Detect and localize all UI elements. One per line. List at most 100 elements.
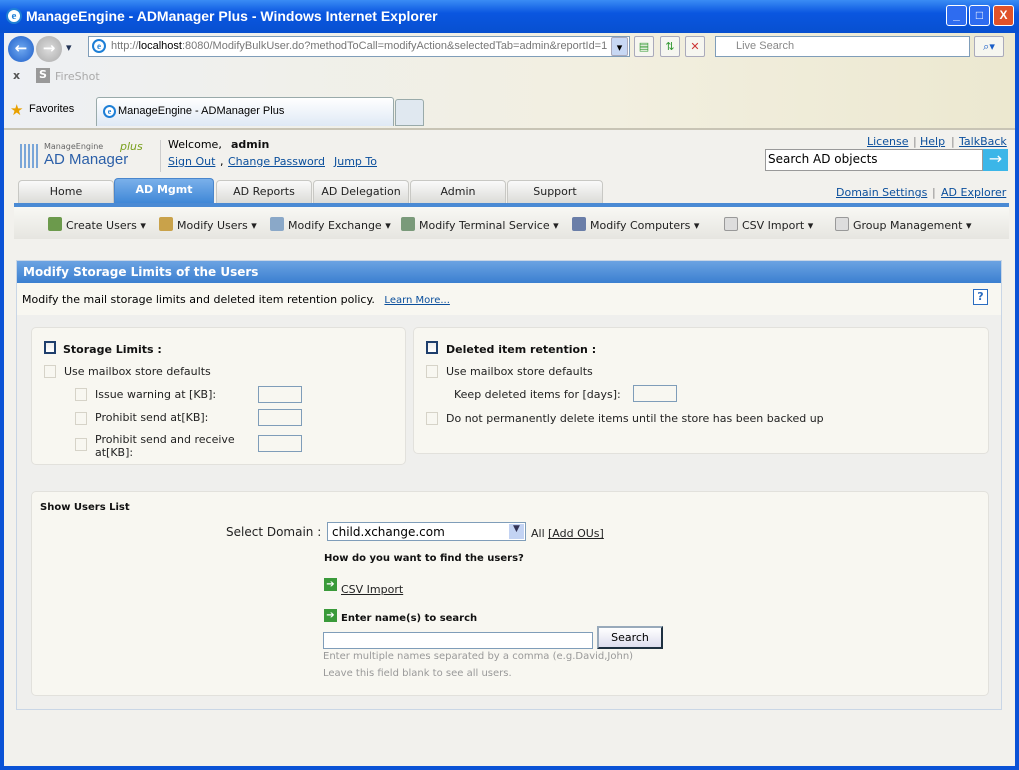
help-link[interactable]: Help bbox=[920, 135, 945, 148]
separator: | bbox=[951, 135, 955, 148]
issue-warning-input[interactable] bbox=[258, 386, 302, 403]
history-dropdown-icon[interactable]: ▾ bbox=[66, 41, 72, 54]
no-delete-until-backup-checkbox[interactable] bbox=[426, 412, 438, 425]
hint-blank-field: Leave this field blank to see all users. bbox=[323, 668, 512, 679]
group-management-icon bbox=[835, 217, 849, 231]
sign-out-link[interactable]: Sign Out bbox=[168, 155, 215, 168]
names-search-input[interactable] bbox=[323, 632, 593, 649]
menu-label: Create Users bbox=[66, 219, 137, 232]
menu-modify-exchange[interactable]: Modify Exchange ▾ bbox=[270, 217, 391, 232]
keep-days-input[interactable] bbox=[633, 385, 677, 402]
domain-select[interactable]: child.xchange.com ▼ bbox=[327, 522, 526, 541]
tab-admin[interactable]: Admin bbox=[410, 180, 506, 204]
address-dropdown-icon[interactable]: ▾ bbox=[611, 37, 628, 56]
modify-storage-panel: Modify Storage Limits of the Users Modif… bbox=[16, 260, 1002, 710]
show-users-title: Show Users List bbox=[40, 502, 130, 513]
tab-support[interactable]: Support bbox=[507, 180, 603, 204]
logo-main: AD Manager bbox=[44, 151, 129, 168]
domain-settings-link[interactable]: Domain Settings bbox=[836, 186, 927, 199]
storage-use-defaults-checkbox[interactable] bbox=[44, 365, 56, 378]
browser-chrome: ← → ▾ http://localhost:8080/ModifyBulkUs… bbox=[4, 33, 1015, 128]
window-titlebar: e ManageEngine - ADManager Plus - Window… bbox=[0, 0, 1019, 33]
compat-view-icon[interactable]: ▤ bbox=[634, 36, 654, 57]
browser-tab[interactable]: e ManageEngine - ADManager Plus bbox=[96, 97, 394, 126]
address-bar[interactable]: http://localhost:8080/ModifyBulkUser.do?… bbox=[88, 36, 630, 57]
menu-modify-terminal-service[interactable]: Modify Terminal Service ▾ bbox=[401, 217, 559, 232]
search-ad-objects-input[interactable]: Search AD objects bbox=[765, 149, 983, 171]
prohibit-send-receive-checkbox[interactable] bbox=[75, 438, 87, 451]
tab-ad-reports[interactable]: AD Reports bbox=[216, 180, 312, 204]
domain-value: child.xchange.com bbox=[332, 525, 445, 539]
prohibit-send-label: Prohibit send at[KB]: bbox=[95, 411, 209, 424]
refresh-icon[interactable]: ⇅ bbox=[660, 36, 680, 57]
storage-limits-checkbox[interactable] bbox=[44, 341, 56, 354]
maximize-button[interactable]: □ bbox=[969, 5, 990, 26]
welcome-text: Welcome, bbox=[168, 138, 222, 151]
admanager-logo: ManageEngine AD Manager plus bbox=[20, 140, 152, 172]
select-domain-label: Select Domain : bbox=[226, 525, 322, 539]
search-go-icon[interactable]: ⌕▾ bbox=[974, 36, 1004, 57]
close-toolbar-icon[interactable]: x bbox=[13, 69, 20, 82]
deleted-item-retention-box: Deleted item retention : Use mailbox sto… bbox=[413, 327, 989, 454]
fireshot-button[interactable]: FireShot bbox=[55, 70, 100, 83]
tab-ad-delegation[interactable]: AD Delegation bbox=[313, 180, 409, 204]
menu-group-management[interactable]: Group Management ▾ bbox=[835, 217, 971, 232]
search-go-button[interactable]: → bbox=[983, 149, 1008, 171]
search-button[interactable]: Search bbox=[597, 626, 663, 649]
menu-create-users[interactable]: Create Users ▾ bbox=[48, 217, 146, 232]
keep-days-label: Keep deleted items for [days]: bbox=[454, 388, 621, 401]
issue-warning-checkbox[interactable] bbox=[75, 388, 87, 401]
prohibit-send-receive-label: Prohibit send and receive bbox=[95, 433, 235, 446]
menu-modify-users[interactable]: Modify Users ▾ bbox=[159, 217, 257, 232]
logo-top: ManageEngine bbox=[44, 142, 104, 151]
arrow-right-icon: ➔ bbox=[324, 578, 337, 591]
modify-users-icon bbox=[159, 217, 173, 231]
description-text: Modify the mail storage limits and delet… bbox=[22, 293, 375, 306]
menu-modify-computers[interactable]: Modify Computers ▾ bbox=[572, 217, 699, 232]
live-search-input[interactable]: Live Search bbox=[715, 36, 970, 57]
tab-title: ManageEngine - ADManager Plus bbox=[118, 105, 285, 117]
close-button[interactable]: X bbox=[993, 5, 1014, 26]
retention-checkbox[interactable] bbox=[426, 341, 438, 354]
retention-use-defaults-checkbox[interactable] bbox=[426, 365, 438, 378]
tab-home[interactable]: Home bbox=[18, 180, 114, 204]
prohibit-send-receive-label-2: at[KB]: bbox=[95, 446, 134, 459]
minimize-button[interactable]: _ bbox=[946, 5, 967, 26]
change-password-link[interactable]: Change Password bbox=[228, 155, 325, 168]
menu-label: Modify Users bbox=[177, 219, 248, 232]
jump-to-link[interactable]: Jump To bbox=[334, 155, 377, 168]
stop-icon[interactable]: ✕ bbox=[685, 36, 705, 57]
menu-label: Modify Terminal Service bbox=[419, 219, 550, 232]
ad-explorer-link[interactable]: AD Explorer bbox=[941, 186, 1006, 199]
create-users-icon bbox=[48, 217, 62, 231]
csv-import-link[interactable]: CSV Import bbox=[341, 583, 403, 596]
learn-more-link[interactable]: Learn More... bbox=[384, 295, 449, 306]
prohibit-send-receive-input[interactable] bbox=[258, 435, 302, 452]
license-link[interactable]: License bbox=[867, 135, 908, 148]
favorites-button[interactable]: Favorites bbox=[29, 103, 74, 115]
tab-ad-mgmt[interactable]: AD Mgmt bbox=[114, 178, 214, 204]
favorites-star-icon: ★ bbox=[10, 101, 24, 119]
ie-icon: e bbox=[6, 8, 22, 24]
all-label: All bbox=[531, 527, 545, 540]
help-icon[interactable]: ? bbox=[973, 289, 988, 305]
separator: | bbox=[913, 135, 917, 148]
menu-csv-import[interactable]: CSV Import ▾ bbox=[724, 217, 813, 232]
divider bbox=[160, 140, 161, 172]
talkback-link[interactable]: TalkBack bbox=[959, 135, 1007, 148]
add-ous-link[interactable]: [Add OUs] bbox=[548, 527, 604, 540]
storage-limits-label: Storage Limits : bbox=[63, 343, 162, 356]
new-tab-button[interactable] bbox=[395, 99, 424, 126]
page-icon: e bbox=[92, 39, 106, 53]
url-prefix: http:// bbox=[111, 40, 139, 52]
panel-title: Modify Storage Limits of the Users bbox=[17, 261, 1001, 283]
prohibit-send-checkbox[interactable] bbox=[75, 412, 87, 425]
exchange-icon bbox=[270, 217, 284, 231]
prohibit-send-input[interactable] bbox=[258, 409, 302, 426]
back-button[interactable]: ← bbox=[8, 36, 34, 62]
storage-limits-box: Storage Limits : Use mailbox store defau… bbox=[31, 327, 406, 465]
chevron-down-icon: ▼ bbox=[509, 524, 524, 539]
tab-ie-icon: e bbox=[103, 105, 116, 118]
forward-button[interactable]: → bbox=[36, 36, 62, 62]
storage-use-defaults-label: Use mailbox store defaults bbox=[64, 365, 211, 378]
